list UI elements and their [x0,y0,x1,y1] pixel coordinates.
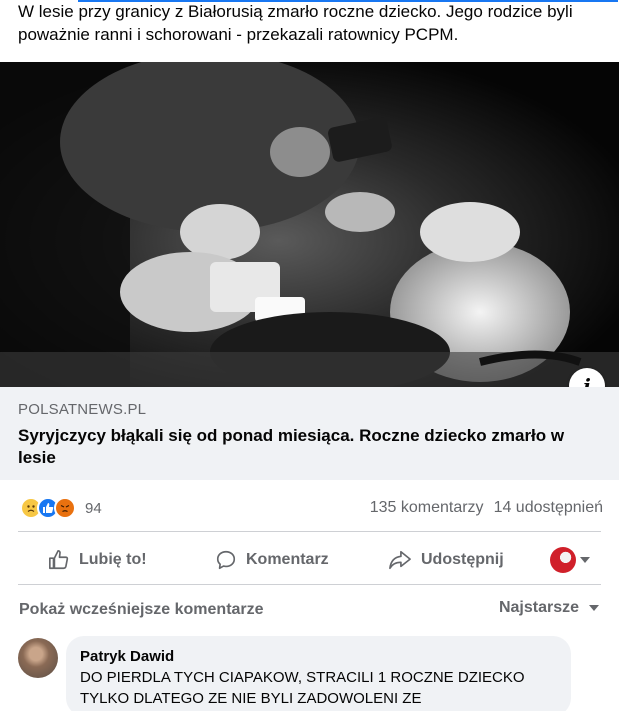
like-button[interactable]: Lubię to! [48,549,147,571]
link-preview-card[interactable]: POLSATNEWS.PL Syryjczycy błąkali się od … [0,387,619,480]
divider [18,584,601,585]
share-arrow-icon [389,550,411,570]
comment-icon [216,550,236,570]
shares-count[interactable]: 14 udostępnień [494,499,603,516]
comment-text: DO PIERDLA TYCH CIAPAKOW, STRACILI 1 ROC… [80,669,525,707]
view-previous-comments-link[interactable]: Pokaż wcześniejsze komentarze [19,601,264,619]
chevron-down-icon [589,605,599,611]
post-stats: 94 135 komentarzy 14 udostępnień [0,488,619,528]
post-photo[interactable] [0,62,619,387]
share-button[interactable]: Udostępnij [388,549,504,571]
divider [18,531,601,532]
commenter-avatar[interactable] [18,638,58,678]
photo-image [0,62,619,387]
comment-author[interactable]: Patryk Dawid [80,648,557,665]
chevron-down-icon [580,557,590,563]
sort-label: Najstarsze [498,599,579,616]
post-text: W lesie przy granicy z Białorusią zmarło… [18,2,573,44]
reaction-count: 94 [85,499,102,517]
link-domain: POLSATNEWS.PL [18,401,147,418]
stats-right: 135 komentarzy 14 udostępnień [370,499,603,517]
comment-sort-dropdown[interactable]: Najstarsze [499,599,599,617]
comments-count[interactable]: 135 komentarzy [370,499,484,516]
like-label: Lubię to! [79,551,147,568]
audience-selector[interactable] [550,547,590,573]
thumbs-up-icon [49,550,69,570]
reactions-summary[interactable]: 94 [20,496,102,520]
angry-reaction-icon [54,497,76,519]
share-label: Udostępnij [421,551,504,568]
link-title[interactable]: Syryjczycy błąkali się od ponad miesiąca… [18,425,578,469]
comment-bubble: Patryk Dawid DO PIERDLA TYCH CIAPAKOW, S… [66,636,571,711]
comment-button[interactable]: Komentarz [215,549,329,571]
profile-avatar-icon [550,547,576,573]
comment-label: Komentarz [246,551,329,568]
post-actions: Lubię to! Komentarz Udostępnij [18,538,601,582]
